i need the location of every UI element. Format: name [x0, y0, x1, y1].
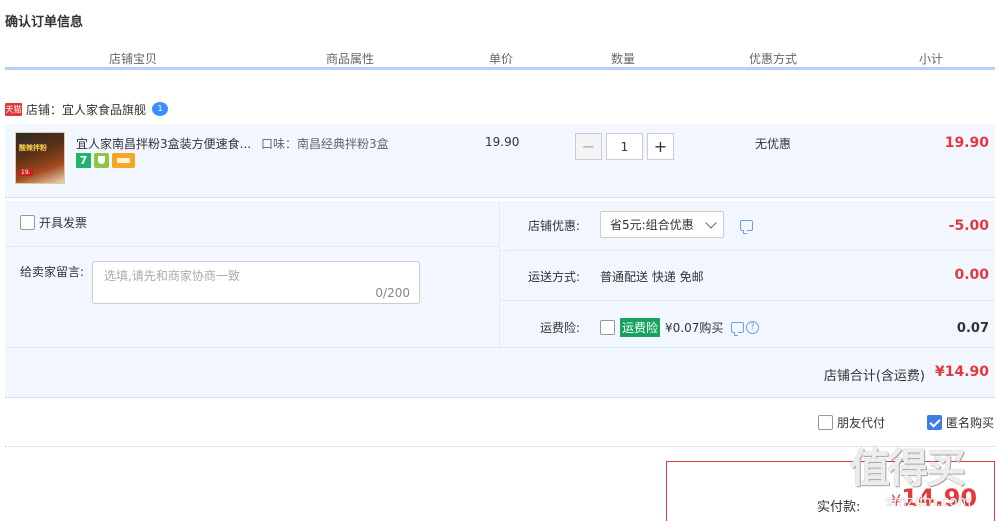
service-icons: 7	[76, 153, 135, 168]
product-attribute: 口味：南昌经典拌粉3盒	[261, 137, 389, 151]
help-icon[interactable]: ?	[746, 321, 759, 334]
shop-discount-amount: -5.00	[948, 218, 989, 234]
column-quantity: 数量	[610, 52, 635, 66]
panel-divider	[500, 250, 995, 251]
chevron-down-icon	[705, 217, 717, 229]
watermark-url: smzdm.com	[886, 494, 972, 510]
friend-pay-option[interactable]: 朋友代付	[818, 414, 885, 431]
section-divider	[5, 446, 995, 447]
quantity-plus-button[interactable]: +	[647, 133, 674, 160]
message-icon[interactable]	[731, 322, 744, 336]
column-subtotal: 小计	[918, 52, 943, 66]
guarantee-shield-icon[interactable]	[94, 153, 109, 168]
header-divider-bar	[5, 67, 995, 70]
insurance-option[interactable]: 运费险 ¥0.07购买	[600, 318, 723, 337]
tmall-badge-icon: 天猫	[5, 102, 22, 116]
invoice-label: 开具发票	[39, 216, 88, 230]
column-unit-price: 单价	[488, 52, 513, 66]
quantity-stepper: − 1 +	[575, 133, 674, 160]
shop-name[interactable]: 店铺：宜人家食品旗舰	[26, 101, 146, 118]
memo-label: 给卖家留言:	[20, 265, 85, 279]
thumbnail-text: 酸辣拌粉	[19, 144, 47, 152]
shipping-method: 普通配送 快递 免邮	[600, 270, 704, 284]
seven-day-return-icon[interactable]: 7	[76, 153, 91, 168]
shop-discount-select[interactable]: 省5元:组合优惠	[600, 211, 724, 238]
shipping-label: 运送方式:	[527, 270, 580, 284]
shop-total-value: ¥14.90	[934, 364, 989, 380]
unit-price: 19.90	[485, 135, 520, 149]
item-subtotal: 19.90	[944, 135, 989, 151]
anonymous-checkbox[interactable]	[927, 415, 942, 430]
friend-pay-checkbox[interactable]	[818, 415, 833, 430]
panel-divider	[500, 300, 995, 301]
insurance-label: 运费险:	[539, 321, 580, 335]
quantity-minus-button[interactable]: −	[575, 133, 602, 160]
column-header: 店铺宝贝 商品属性 单价 数量 优惠方式 小计	[5, 50, 995, 70]
memo-placeholder: 选填,请先和商家协商一致	[104, 269, 240, 283]
column-attributes: 商品属性	[325, 52, 374, 66]
invoice-option[interactable]: 开具发票	[20, 214, 87, 231]
page-title: 确认订单信息	[5, 15, 84, 30]
shop-row: 天猫 店铺：宜人家食品旗舰 1	[5, 100, 169, 118]
shipping-amount: 0.00	[954, 267, 989, 283]
insurance-checkbox[interactable]	[600, 320, 615, 335]
memo-char-count: 0/200	[375, 286, 410, 300]
discount-method: 无优惠	[755, 137, 792, 151]
product-title-link[interactable]: 宜人家南昌拌粉3盒装方便速食...	[76, 135, 256, 152]
anonymous-buy-option[interactable]: 匿名购买	[927, 414, 994, 431]
shop-order-panel: 开具发票 给卖家留言: 选填,请先和商家协商一致 0/200 店铺优惠: 省5元…	[5, 201, 995, 398]
memo-textarea[interactable]: 选填,请先和商家协商一致 0/200	[92, 261, 420, 304]
shop-discount-label: 店铺优惠:	[527, 219, 580, 233]
quantity-input[interactable]: 1	[606, 133, 643, 160]
insurance-amount: 0.07	[956, 321, 989, 336]
product-thumbnail[interactable]: 酸辣拌粉 19.	[15, 132, 65, 184]
thumbnail-price-tag: 19.	[19, 169, 33, 176]
friend-pay-label: 朋友代付	[837, 416, 886, 430]
panel-divider	[5, 246, 499, 247]
credit-card-icon[interactable]	[112, 153, 135, 168]
panel-vertical-divider	[499, 201, 500, 347]
invoice-checkbox[interactable]	[20, 215, 35, 230]
column-discount: 优惠方式	[748, 52, 797, 66]
shop-discount-value: 省5元:组合优惠	[610, 218, 694, 232]
chat-icon[interactable]: 1	[152, 102, 169, 116]
panel-divider	[5, 347, 995, 348]
column-shop-item: 店铺宝贝	[108, 52, 157, 66]
watermark: 值得买 smzdm.com	[850, 436, 990, 516]
anonymous-label: 匿名购买	[946, 416, 995, 430]
item-row: 酸辣拌粉 19. 宜人家南昌拌粉3盒装方便速食... 7 口味：南昌经典拌粉3盒…	[5, 124, 995, 198]
insurance-price: ¥0.07购买	[665, 321, 724, 335]
watermark-logo: 值得买	[850, 446, 966, 492]
insurance-tag: 运费险	[620, 318, 661, 337]
shop-total-label: 店铺合计(含运费)	[823, 369, 925, 384]
message-icon[interactable]	[740, 220, 753, 234]
